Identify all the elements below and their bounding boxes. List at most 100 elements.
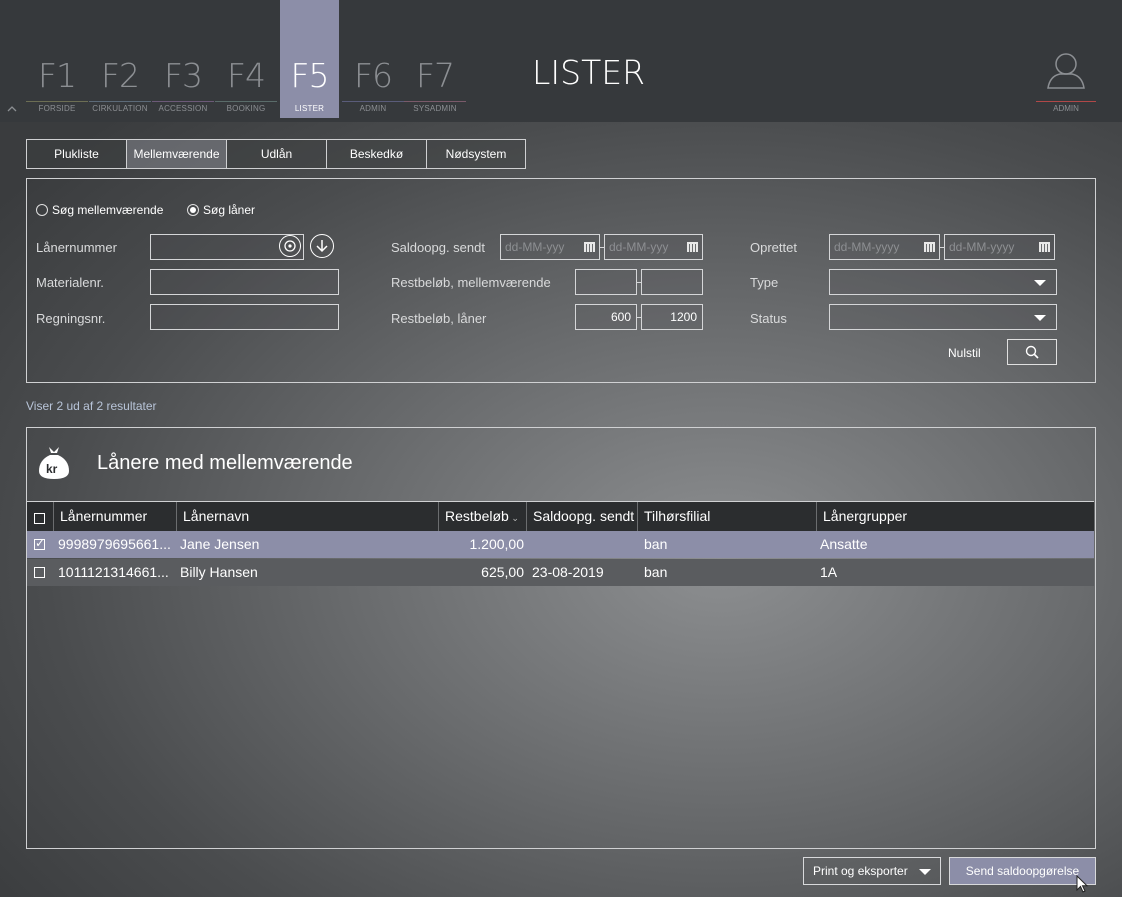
result-count: Viser 2 ud af 2 resultater — [26, 399, 157, 413]
calendar-icon[interactable] — [687, 242, 698, 252]
cell-restbeloeb: 1.200,00 — [469, 536, 525, 552]
oprettet-from-date-input[interactable]: dd-MM-yyyy — [829, 234, 940, 260]
status-label: Status — [750, 311, 787, 326]
nav-key-f3[interactable]: F3 ACCESSION — [152, 0, 214, 118]
dropdown-caret-icon — [1034, 280, 1046, 286]
search-icon — [1025, 345, 1039, 359]
nav-key-label: BOOKING — [226, 104, 266, 113]
column-header-laanernavn[interactable]: Lånernavn — [176, 502, 439, 532]
row-checkbox[interactable] — [34, 536, 45, 550]
print-export-label: Print og eksporter — [813, 864, 908, 878]
saldoopg-sendt-label: Saldoopg. sendt — [391, 240, 485, 255]
reset-button[interactable]: Nulstil — [948, 346, 981, 360]
nav-key-number: F2 — [101, 56, 140, 95]
tab-plukliste[interactable]: Plukliste — [26, 139, 127, 169]
nav-key-number: F7 — [416, 56, 455, 95]
date-placeholder: dd-MM-yyy — [609, 240, 669, 254]
table-header: Lånernummer Lånernavn Restbeløb ⌄ Saldoo… — [27, 501, 1094, 532]
regningsnr-input[interactable] — [150, 304, 339, 330]
cell-laanergrupper: 1A — [820, 564, 838, 580]
column-header-restbeloeb[interactable]: Restbeløb ⌄ — [438, 502, 526, 532]
oprettet-to-date-input[interactable]: dd-MM-yyyy — [944, 234, 1055, 260]
nav-key-number: F1 — [38, 56, 77, 95]
radio-search-mellemvaerende[interactable]: Søg mellemværende — [36, 203, 163, 217]
radio-search-laaner[interactable]: Søg låner — [187, 203, 255, 217]
results-panel — [26, 427, 1096, 849]
status-select[interactable] — [829, 304, 1057, 330]
tab-beskedkoe[interactable]: Beskedkø — [326, 139, 427, 169]
money-bag-icon: kr — [36, 444, 72, 482]
cell-tilhoersfilial: ban — [644, 536, 668, 552]
table-row[interactable]: 9998979695661... Jane Jensen 1.200,00 ba… — [27, 531, 1094, 558]
column-header-tilhoersfilial[interactable]: Tilhørsfilial — [637, 502, 816, 532]
restbeloeb-mellemvaerende-label: Restbeløb, mellemværende — [391, 275, 551, 290]
table-row[interactable]: 1011121314661... Billy Hansen 625,00 23-… — [27, 559, 1094, 586]
date-placeholder: dd-MM-yyy — [505, 240, 565, 254]
rest-mellem-to-input[interactable] — [641, 269, 703, 295]
cell-laanernavn: Billy Hansen — [180, 564, 258, 580]
dropdown-caret-icon — [919, 869, 931, 875]
cell-laanernavn: Jane Jensen — [180, 536, 260, 552]
nav-key-f6[interactable]: F6 ADMIN — [342, 0, 404, 118]
date-placeholder: dd-MM-yyyy — [949, 240, 1015, 254]
nav-key-number: F5 — [290, 56, 330, 95]
nav-key-f2[interactable]: F2 CIRKULATION — [89, 0, 151, 118]
calendar-icon[interactable] — [924, 242, 935, 252]
type-label: Type — [750, 275, 779, 290]
cell-restbeloeb: 625,00 — [481, 564, 524, 580]
calendar-icon[interactable] — [1039, 242, 1050, 252]
nav-key-number: F6 — [354, 56, 393, 95]
regningsnr-label: Regningsnr. — [36, 311, 106, 326]
user-icon — [1047, 53, 1085, 89]
tab-udlaan[interactable]: Udlån — [226, 139, 327, 169]
restbeloeb-laaner-label: Restbeløb, låner — [391, 311, 487, 326]
cell-saldoopg-sendt: 23-08-2019 — [532, 564, 604, 580]
download-arrow-icon[interactable] — [310, 234, 334, 258]
saldoopg-from-date-input[interactable]: dd-MM-yyy — [500, 234, 600, 260]
rest-mellem-from-input[interactable] — [575, 269, 637, 295]
rest-laaner-to-input[interactable]: 1200 — [641, 304, 703, 330]
column-header-laanernummer[interactable]: Lånernummer — [53, 502, 177, 532]
print-export-dropdown[interactable]: Print og eksporter — [803, 857, 941, 885]
mouse-cursor-icon — [1076, 874, 1090, 897]
nav-key-label: SYSADMIN — [413, 104, 457, 113]
radio-dot — [36, 204, 48, 216]
nav-key-number: F4 — [227, 56, 266, 95]
date-placeholder: dd-MM-yyyy — [834, 240, 900, 254]
rest-laaner-from-input[interactable]: 600 — [575, 304, 637, 330]
chevron-up-icon[interactable] — [6, 104, 18, 114]
nav-key-f7[interactable]: F7 SYSADMIN — [404, 0, 466, 118]
nav-key-f1[interactable]: F1 FORSIDE — [26, 0, 88, 118]
radio-label: Søg låner — [203, 203, 256, 217]
nav-key-f5[interactable]: F5 LISTER — [280, 0, 339, 118]
tab-mellemvaerende[interactable]: Mellemværende — [126, 139, 227, 169]
dropdown-caret-icon — [1034, 315, 1046, 321]
cell-laanernummer: 1011121314661... — [58, 564, 169, 580]
radio-dot — [187, 204, 199, 216]
materialenr-input[interactable] — [150, 269, 339, 295]
sort-down-icon: ⌄ — [508, 513, 519, 523]
page-title: LISTER — [532, 53, 646, 92]
cell-laanernummer: 9998979695661... — [58, 536, 171, 552]
column-header-saldoopg-sendt[interactable]: Saldoopg. sendt — [526, 502, 637, 532]
tab-noedsystem[interactable]: Nødsystem — [426, 139, 526, 169]
user-menu[interactable]: ADMIN — [1036, 50, 1096, 116]
oprettet-label: Oprettet — [750, 240, 797, 255]
type-select[interactable] — [829, 269, 1057, 295]
search-button[interactable] — [1007, 339, 1057, 365]
card-reader-icon[interactable] — [279, 235, 301, 257]
select-all-checkbox[interactable] — [34, 513, 45, 524]
calendar-icon[interactable] — [584, 242, 595, 252]
cell-tilhoersfilial: ban — [644, 564, 668, 580]
user-label: ADMIN — [1053, 104, 1079, 113]
currency-label: kr — [46, 462, 58, 476]
row-checkbox[interactable] — [34, 567, 45, 578]
radio-label: Søg mellemværende — [52, 203, 164, 217]
saldoopg-to-date-input[interactable]: dd-MM-yyy — [604, 234, 703, 260]
column-header-label: Restbeløb — [445, 508, 509, 524]
nav-key-f4[interactable]: F4 BOOKING — [215, 0, 277, 118]
results-title: Lånere med mellemværende — [97, 452, 353, 474]
send-saldoopgoerelse-button[interactable]: Send saldoopgørelse — [949, 857, 1096, 885]
column-header-laanergrupper[interactable]: Lånergrupper — [816, 502, 1094, 532]
laanernummer-label: Lånernummer — [36, 240, 117, 255]
